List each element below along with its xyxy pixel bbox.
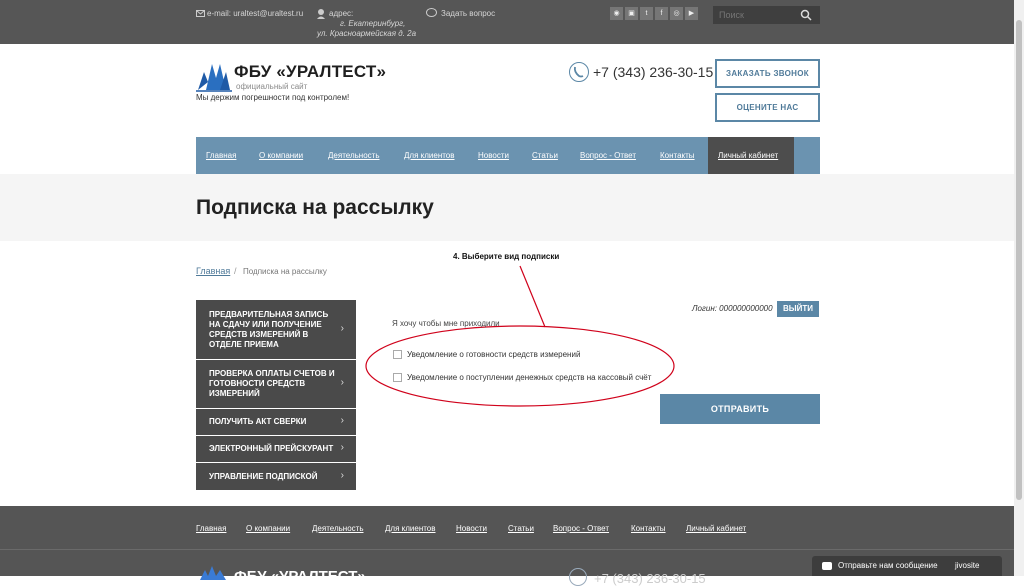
footer-phone[interactable]: +7 (343) 236-30-15	[594, 571, 706, 586]
nav-item-activity[interactable]: Деятельность	[328, 151, 380, 160]
sidebar-item-label: ПРЕДВАРИТЕЛЬНАЯ ЗАПИСЬ НА СДАЧУ ИЛИ ПОЛУ…	[209, 309, 329, 349]
order-call-button[interactable]: ЗАКАЗАТЬ ЗВОНОК	[715, 59, 820, 88]
footer-phone-icon	[569, 568, 587, 586]
footer-item-account[interactable]: Личный кабинет	[686, 524, 746, 533]
message-icon	[822, 562, 832, 570]
ask-question-link[interactable]: Задать вопрос	[441, 9, 495, 19]
breadcrumb-current: Подписка на рассылку	[243, 267, 327, 276]
rate-us-button[interactable]: ОЦЕНИТЕ НАС	[715, 93, 820, 122]
footer-item-contacts[interactable]: Контакты	[631, 524, 666, 533]
email-link[interactable]: e-mail: uraltest@uraltest.ru	[207, 9, 303, 19]
footer-brand: ФБУ «УРАЛТЕСТ»	[234, 568, 366, 585]
address-city: г. Екатеринбург,	[340, 19, 406, 28]
twitter-icon[interactable]: t	[640, 7, 653, 20]
address-label: адрес:	[329, 9, 354, 18]
subscription-intro: Я хочу чтобы мне приходили	[392, 319, 500, 328]
instagram-icon[interactable]: ◎	[670, 7, 683, 20]
chat-label[interactable]: Отправьте нам сообщение	[838, 561, 938, 570]
readiness-label[interactable]: Уведомление о готовности средств измерен…	[407, 350, 580, 359]
footer-logo-icon	[200, 566, 226, 580]
nav-item-account[interactable]: Личный кабинет	[718, 151, 778, 160]
sidebar-item-label: УПРАВЛЕНИЕ ПОДПИСКОЙ	[209, 471, 318, 481]
sidebar-item-appointment[interactable]: ПРЕДВАРИТЕЛЬНАЯ ЗАПИСЬ НА СДАЧУ ИЛИ ПОЛУ…	[196, 300, 356, 359]
chat-brand: jivosite	[955, 561, 980, 570]
nav-item-news[interactable]: Новости	[478, 151, 509, 160]
facebook-icon[interactable]: f	[655, 7, 668, 20]
address-street: ул. Красноармейская д. 2а	[317, 29, 417, 38]
sidebar-item-label: ЭЛЕКТРОННЫЙ ПРЕЙСКУРАНТ	[209, 444, 334, 453]
sidebar-item-payment-check[interactable]: ПРОВЕРКА ОПЛАТЫ СЧЕТОВ И ГОТОВНОСТИ СРЕД…	[196, 360, 356, 408]
breadcrumb-separator: /	[234, 266, 237, 276]
footer-divider	[0, 549, 1014, 550]
readiness-checkbox[interactable]	[393, 350, 402, 359]
chevron-right-icon: ›	[340, 442, 344, 453]
footer-item-faq[interactable]: Вопрос - Ответ	[553, 524, 609, 533]
chat-bubble-icon	[426, 8, 437, 17]
nav-item-clients[interactable]: Для клиентов	[404, 151, 455, 160]
breadcrumb-home[interactable]: Главная	[196, 266, 230, 276]
title-band	[0, 174, 1014, 241]
rss-icon[interactable]: ◉	[610, 7, 623, 20]
mail-icon	[196, 10, 205, 17]
nav-item-articles[interactable]: Статьи	[532, 151, 558, 160]
footer-item-clients[interactable]: Для клиентов	[385, 524, 436, 533]
phone-icon	[569, 62, 589, 82]
nav-item-about[interactable]: О компании	[259, 151, 303, 160]
footer-item-news[interactable]: Новости	[456, 524, 487, 533]
footer-item-home[interactable]: Главная	[196, 524, 226, 533]
chevron-right-icon: ›	[340, 415, 344, 426]
footer-item-about[interactable]: О компании	[246, 524, 290, 533]
brand-name[interactable]: ФБУ «УРАЛТЕСТ»	[234, 62, 386, 82]
logo-icon	[196, 64, 232, 92]
nav-item-home[interactable]: Главная	[206, 151, 236, 160]
youtube-icon[interactable]: ▶	[685, 7, 698, 20]
header-phone[interactable]: +7 (343) 236-30-15	[593, 64, 713, 80]
sidebar-item-label: ПРОВЕРКА ОПЛАТЫ СЧЕТОВ И ГОТОВНОСТИ СРЕД…	[209, 369, 335, 398]
sidebar-item-label: ПОЛУЧИТЬ АКТ СВЕРКИ	[209, 417, 307, 426]
footer-item-articles[interactable]: Статьи	[508, 524, 534, 533]
chevron-right-icon: ›	[340, 469, 344, 481]
brand-subtitle: официальный сайт	[236, 82, 308, 91]
sidebar-item-pricelist[interactable]: ЭЛЕКТРОННЫЙ ПРЕЙСКУРАНТ ›	[196, 436, 356, 462]
payment-checkbox[interactable]	[393, 373, 402, 382]
annotation-ellipse	[365, 265, 675, 407]
slogan: Мы держим погрешности под контролем!	[196, 93, 350, 102]
payment-label[interactable]: Уведомление о поступлении денежных средс…	[407, 373, 651, 382]
nav-item-contacts[interactable]: Контакты	[660, 151, 695, 160]
location-icon	[317, 9, 325, 19]
login-info: Логин: 000000000000	[692, 304, 773, 313]
logout-button[interactable]: ВЫЙТИ	[777, 301, 819, 317]
page-title: Подписка на рассылку	[196, 196, 434, 219]
chevron-right-icon: ›	[340, 322, 344, 334]
sidebar-item-reconciliation[interactable]: ПОЛУЧИТЬ АКТ СВЕРКИ ›	[196, 409, 356, 435]
chevron-right-icon: ›	[340, 377, 344, 388]
footer-item-activity[interactable]: Деятельность	[312, 524, 364, 533]
sidebar-item-subscription[interactable]: УПРАВЛЕНИЕ ПОДПИСКОЙ ›	[196, 463, 356, 490]
top-bar	[0, 0, 1014, 44]
nav-item-faq[interactable]: Вопрос - Ответ	[580, 151, 636, 160]
submit-button[interactable]: ОТПРАВИТЬ	[660, 394, 820, 424]
scrollbar-thumb[interactable]	[1016, 20, 1022, 500]
vk-icon[interactable]: ▣	[625, 7, 638, 20]
search-icon[interactable]	[800, 9, 812, 21]
